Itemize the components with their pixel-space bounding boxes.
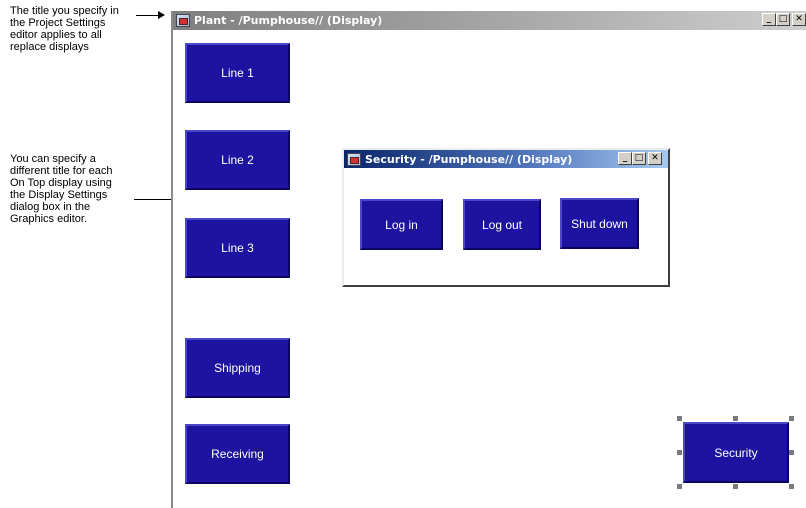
display-app-icon[interactable] xyxy=(347,152,361,166)
maximize-icon[interactable]: □ xyxy=(776,13,790,26)
shipping-button[interactable]: Shipping xyxy=(185,338,290,398)
security-button[interactable]: Security xyxy=(683,422,789,483)
arrow-icon xyxy=(136,15,158,16)
security-window-controls: _ □ ✕ xyxy=(618,152,662,165)
callout-replace-display-title: The title you specify in the Project Set… xyxy=(10,5,119,53)
security-window-titlebar[interactable]: Security - /Pumphouse// (Display) _ □ ✕ xyxy=(344,150,668,168)
window-title: Plant - /Pumphouse// (Display) xyxy=(194,14,383,27)
selection-handle[interactable] xyxy=(789,484,794,489)
line-3-button[interactable]: Line 3 xyxy=(185,218,290,278)
minimize-icon[interactable]: _ xyxy=(762,13,776,26)
selection-handle[interactable] xyxy=(789,450,794,455)
selection-handle[interactable] xyxy=(789,416,794,421)
plant-window-titlebar[interactable]: Plant - /Pumphouse// (Display) _ □ ✕ xyxy=(173,11,806,30)
selection-handle[interactable] xyxy=(733,484,738,489)
maximize-icon[interactable]: □ xyxy=(632,152,646,165)
window-controls: _ □ ✕ xyxy=(762,13,806,26)
selection-handle[interactable] xyxy=(677,416,682,421)
close-icon[interactable]: ✕ xyxy=(792,13,806,26)
line-1-button[interactable]: Line 1 xyxy=(185,43,290,103)
log-out-button[interactable]: Log out xyxy=(463,199,541,250)
close-icon[interactable]: ✕ xyxy=(648,152,662,165)
callout-on-top-display-title: You can specify a different title for ea… xyxy=(10,153,113,225)
receiving-button[interactable]: Receiving xyxy=(185,424,290,484)
arrow-head-icon xyxy=(158,11,165,19)
log-in-button[interactable]: Log in xyxy=(360,199,443,250)
selection-handle[interactable] xyxy=(677,484,682,489)
display-app-icon[interactable] xyxy=(176,14,190,27)
shut-down-button[interactable]: Shut down xyxy=(560,198,639,249)
line-2-button[interactable]: Line 2 xyxy=(185,130,290,190)
minimize-icon[interactable]: _ xyxy=(618,152,632,165)
security-window-title: Security - /Pumphouse// (Display) xyxy=(365,152,573,166)
selection-handle[interactable] xyxy=(733,416,738,421)
selection-handle[interactable] xyxy=(677,450,682,455)
